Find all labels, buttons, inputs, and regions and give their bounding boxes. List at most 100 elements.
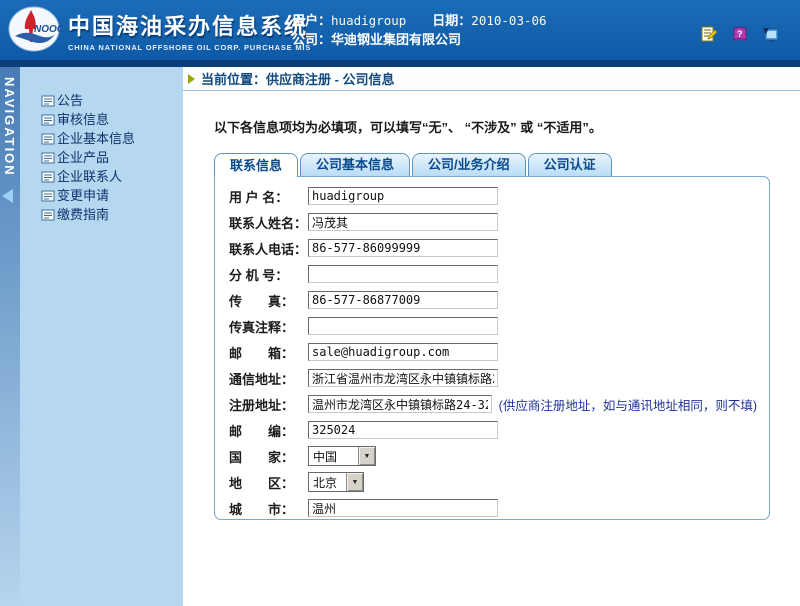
navigation-label: NAVIGATION bbox=[2, 77, 17, 177]
tab-company-basic-info[interactable]: 公司基本信息 bbox=[300, 153, 410, 176]
form-row-registered-address: 注册地址： (供应商注册地址，如与通讯地址相同，则不填) bbox=[229, 394, 757, 414]
field-label: 国 家： bbox=[229, 447, 308, 466]
form-row-mailing-address: 通信地址： bbox=[229, 368, 757, 388]
field-label: 通信地址： bbox=[229, 369, 308, 388]
help-icon[interactable]: ? bbox=[731, 26, 749, 44]
sidebar-item-review-info[interactable]: 审核信息 bbox=[41, 109, 183, 128]
field-label: 用 户 名： bbox=[229, 187, 308, 206]
list-icon bbox=[41, 189, 55, 201]
sidebar-item-label: 企业产品 bbox=[57, 147, 109, 166]
registered-address-note: (供应商注册地址，如与通讯地址相同，则不填) bbox=[499, 395, 757, 414]
username-input[interactable] bbox=[308, 187, 498, 205]
region-select-value: 北京 bbox=[309, 473, 346, 491]
svg-text:?: ? bbox=[737, 29, 743, 39]
field-label: 注册地址： bbox=[229, 395, 308, 414]
list-icon bbox=[41, 113, 55, 125]
form-row-fax: 传 真： bbox=[229, 290, 757, 310]
region-select[interactable]: 北京 ▼ bbox=[308, 472, 364, 492]
country-select[interactable]: 中国 ▼ bbox=[308, 446, 376, 466]
field-label: 城 市： bbox=[229, 499, 308, 518]
date-value: 2010-03-06 bbox=[471, 13, 546, 28]
form-row-extension: 分 机 号： bbox=[229, 264, 757, 284]
sidebar-item-label: 企业基本信息 bbox=[57, 128, 135, 147]
postal-code-input[interactable] bbox=[308, 421, 498, 439]
sidebar-item-label: 缴费指南 bbox=[57, 204, 109, 223]
sidebar-item-label: 变更申请 bbox=[57, 185, 109, 204]
mailing-address-input[interactable] bbox=[308, 369, 498, 387]
form-row-postal-code: 邮 编： bbox=[229, 420, 757, 440]
email-input[interactable] bbox=[308, 343, 498, 361]
list-icon bbox=[41, 170, 55, 182]
tab-company-certification[interactable]: 公司认证 bbox=[528, 153, 612, 176]
breadcrumb: 当前位置：供应商注册 - 公司信息 bbox=[183, 67, 800, 91]
sidebar-item-payment-guide[interactable]: 缴费指南 bbox=[41, 204, 183, 223]
list-icon bbox=[41, 151, 55, 163]
collapse-arrow-icon[interactable] bbox=[2, 189, 13, 203]
company-label: 公司： bbox=[292, 32, 331, 47]
app-title: 中国海油采办信息系统 bbox=[68, 9, 311, 41]
header: NOOC 中国海油采办信息系统 CHINA NATIONAL OFFSHORE … bbox=[0, 0, 800, 60]
sidebar-item-announcements[interactable]: 公告 bbox=[41, 90, 183, 109]
form-row-fax-note: 传真注释： bbox=[229, 316, 757, 336]
field-label: 传 真： bbox=[229, 291, 308, 310]
registered-address-input[interactable] bbox=[308, 395, 492, 413]
cnooc-logo: NOOC bbox=[7, 4, 63, 54]
date-label: 日期： bbox=[432, 13, 471, 28]
sidebar-item-change-request[interactable]: 变更申请 bbox=[41, 185, 183, 204]
form-row-contact-name: 联系人姓名： bbox=[229, 212, 757, 232]
field-label: 联系人姓名： bbox=[229, 213, 308, 232]
form-row-city: 城 市： bbox=[229, 498, 757, 518]
field-label: 分 机 号： bbox=[229, 265, 308, 284]
city-input[interactable] bbox=[308, 499, 498, 517]
divider-bar bbox=[0, 60, 800, 67]
sidebar-item-label: 公告 bbox=[57, 90, 83, 109]
extension-input[interactable] bbox=[308, 265, 498, 283]
form-row-region: 地 区： 北京 ▼ bbox=[229, 472, 757, 492]
field-label: 邮 编： bbox=[229, 421, 308, 440]
country-select-value: 中国 bbox=[309, 447, 358, 465]
main-content: 当前位置：供应商注册 - 公司信息 以下各信息项均为必填项，可以填写“无”、 “… bbox=[183, 67, 800, 606]
field-label: 联系人电话： bbox=[229, 239, 308, 258]
fax-note-input[interactable] bbox=[308, 317, 498, 335]
fax-input[interactable] bbox=[308, 291, 498, 309]
tab-contact-info[interactable]: 联系信息 bbox=[214, 153, 298, 177]
user-value: huadigroup bbox=[331, 13, 406, 28]
sidebar-nav: 公告 审核信息 企业基本信息 企业产品 企业联系人 bbox=[20, 67, 183, 606]
header-icons: ? bbox=[700, 26, 780, 44]
sidebar-item-label: 审核信息 bbox=[57, 109, 109, 128]
sidebar-item-company-products[interactable]: 企业产品 bbox=[41, 147, 183, 166]
logo-text: NOOC bbox=[34, 24, 63, 35]
list-icon bbox=[41, 94, 55, 106]
breadcrumb-arrow-icon bbox=[188, 74, 195, 84]
sidebar-item-company-basic-info[interactable]: 企业基本信息 bbox=[41, 128, 183, 147]
sidebar-item-company-contacts[interactable]: 企业联系人 bbox=[41, 166, 183, 185]
form-row-contact-phone: 联系人电话： bbox=[229, 238, 757, 258]
user-info: 用户：huadigroup 日期：2010-03-06 公司：华迪钢业集团有限公司 bbox=[292, 11, 547, 49]
app-subtitle: CHINA NATIONAL OFFSHORE OIL CORP. PURCHA… bbox=[68, 43, 311, 52]
user-label: 用户： bbox=[292, 13, 331, 28]
breadcrumb-label: 当前位置：供应商注册 - 公司信息 bbox=[201, 69, 395, 88]
memo-icon[interactable] bbox=[700, 26, 718, 44]
sidebar-item-label: 企业联系人 bbox=[57, 166, 122, 185]
field-label: 传真注释： bbox=[229, 317, 308, 336]
list-icon bbox=[41, 132, 55, 144]
list-icon bbox=[41, 208, 55, 220]
app-window: NOOC 中国海油采办信息系统 CHINA NATIONAL OFFSHORE … bbox=[0, 0, 800, 606]
chevron-down-icon: ▼ bbox=[346, 473, 363, 491]
contact-info-form: 用 户 名： 联系人姓名： 联系人电话： 分 机 号： 传 真： bbox=[214, 176, 770, 520]
title-block: 中国海油采办信息系统 CHINA NATIONAL OFFSHORE OIL C… bbox=[68, 9, 311, 52]
chevron-down-icon: ▼ bbox=[358, 447, 375, 465]
field-label: 邮 箱： bbox=[229, 343, 308, 362]
navigation-strip: NAVIGATION bbox=[0, 67, 20, 606]
form-row-country: 国 家： 中国 ▼ bbox=[229, 446, 757, 466]
tab-bar: 联系信息 公司基本信息 公司/业务介绍 公司认证 bbox=[214, 153, 614, 176]
instruction-text: 以下各信息项均为必填项，可以填写“无”、 “不涉及” 或 “不适用”。 bbox=[214, 117, 774, 136]
company-value: 华迪钢业集团有限公司 bbox=[331, 32, 461, 47]
tab-company-business-intro[interactable]: 公司/业务介绍 bbox=[412, 153, 526, 176]
contact-phone-input[interactable] bbox=[308, 239, 498, 257]
sidebar: NAVIGATION 公告 审核信息 企业基本信息 企业产品 bbox=[0, 67, 183, 606]
field-label: 地 区： bbox=[229, 473, 308, 492]
form-row-username: 用 户 名： bbox=[229, 186, 757, 206]
exit-icon[interactable] bbox=[762, 26, 780, 44]
contact-name-input[interactable] bbox=[308, 213, 498, 231]
